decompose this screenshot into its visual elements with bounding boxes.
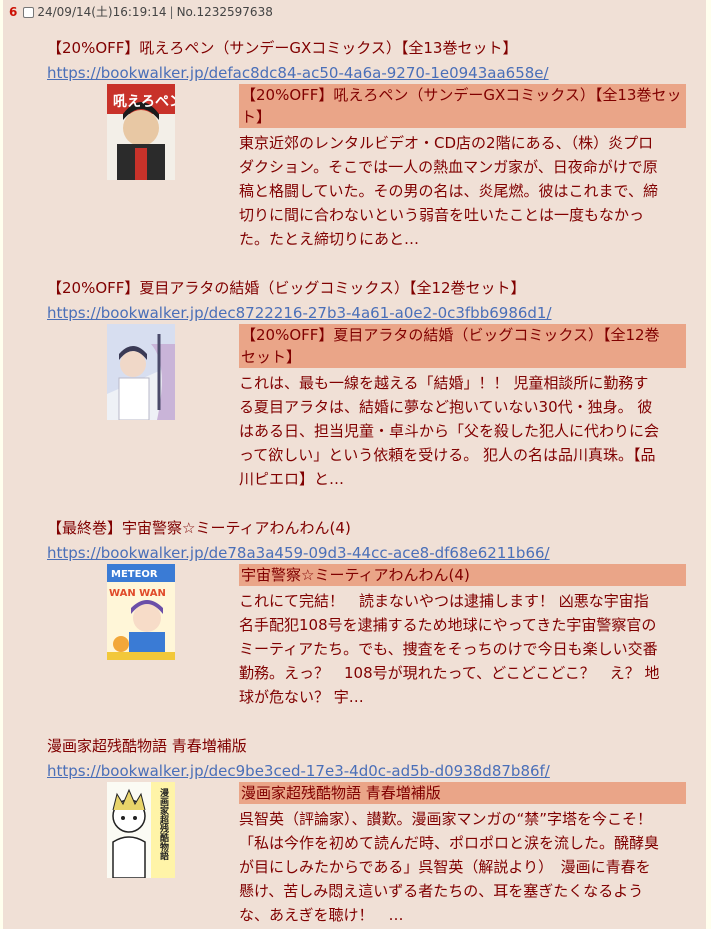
cover-thumbnail[interactable]: METEOR WAN WAN [107, 564, 175, 660]
desc-line: が目にしみたからである」呉智英（解説より） 漫画に青春を [239, 858, 651, 876]
desc-line: 球が危ない？ 宇… [239, 688, 364, 706]
cover3-top-text: METEOR [111, 569, 158, 580]
desc-line: 稿と格闘していた。その男の名は、炎尾燃。彼はこれまで、締 [239, 182, 658, 200]
entry-title: 漫画家超残酷物語 青春増補版 [47, 737, 247, 755]
entry-link[interactable]: https://bookwalker.jp/dec8722216-27b3-4a… [47, 303, 552, 323]
card-title-line: ト】 [241, 108, 272, 126]
entry-title: 【20%OFF】吼えろペン（サンデーGXコミックス）【全13巻セット】 [47, 39, 518, 57]
cover1-text: 吼えろペン [113, 94, 175, 110]
post-number[interactable]: 6 [9, 4, 17, 20]
cover3-mid-text: WAN WAN [109, 588, 166, 599]
card-title[interactable]: 宇宙警察☆ミーティアわんわん(4) [239, 564, 686, 586]
card-title[interactable]: 漫画家超残酷物語 青春増補版 [239, 782, 686, 804]
desc-line: ミーティアたち。でも、捜査をそっちのけで今日も楽しい交番 [239, 640, 658, 658]
desc-line: ダクション。そこでは一人の熱血マンガ家が、日夜命がけで原 [239, 158, 658, 176]
cover-art-mangaka-zankoku: 漫画家超残酷物語 [107, 782, 175, 878]
card-title-line: 【20%OFF】夏目アラタの結婚（ビッグコミックス）【全12巻 [241, 326, 660, 344]
card-title-line: セット】 [241, 348, 302, 366]
desc-line: な、あえぎを聴け！ … [239, 906, 404, 924]
card-description: 呉智英（評論家）、讃歎。漫画家マンガの“禁”字塔を今こそ！ 「私は今作を初めて読… [239, 807, 691, 927]
desc-line: 呉智英（評論家）、讃歎。漫画家マンガの“禁”字塔を今こそ！ [239, 810, 653, 828]
desc-line: る夏目アラタは、結婚に夢など抱いていない30代・独身。 彼 [239, 398, 653, 416]
entry-link[interactable]: https://bookwalker.jp/de78a3a459-09d3-44… [47, 543, 550, 563]
header-separator: | [169, 5, 174, 19]
desc-line: これは、最も一線を越える「結婚」！！ 児童相談所に勤務す [239, 374, 649, 392]
entry-link[interactable]: https://bookwalker.jp/defac8dc84-ac50-4a… [47, 63, 549, 83]
card-title[interactable]: 【20%OFF】吼えろペン（サンデーGXコミックス）【全13巻セッ ト】 [239, 84, 686, 128]
post-select-checkbox[interactable] [23, 6, 35, 18]
post-datetime: 24/09/14(土)16:19:14 [37, 5, 167, 19]
cover-thumbnail[interactable]: 漫画家超残酷物語 [107, 782, 175, 878]
card-description: 東京近郊のレンタルビデオ・CD店の2階にある、（株）炎プロ ダクション。そこでは… [239, 131, 691, 251]
desc-line: た。たとえ締切りにあと… [239, 230, 420, 248]
cover-art-hoero-pen: 吼えろペン [107, 84, 175, 180]
desc-line: 勤務。えっ？ 108号が現れたって、どこどこどこ？ え？ 地 [239, 664, 660, 682]
entry-title: 【20%OFF】夏目アラタの結婚（ビッグコミックス）【全12巻セット】 [47, 279, 526, 297]
cover4-text: 漫画家超残酷物語 [158, 787, 170, 861]
post-header: 6 24/09/14(土)16:19:14 | No.1232597638 [9, 4, 273, 20]
desc-line: 懸け、苦しみ悶え這いずる者たちの、耳を塞ぎたくなるよう [239, 882, 644, 900]
post-container: 6 24/09/14(土)16:19:14 | No.1232597638 【2… [3, 0, 706, 929]
desc-line: 東京近郊のレンタルビデオ・CD店の2階にある、（株）炎プロ [239, 134, 654, 152]
desc-line: って欲しい」という依頼を受ける。 犯人の名は品川真珠。【品 [239, 446, 656, 464]
desc-line: はある日、担当児童・卓斗から「父を殺した犯人に代わりに会 [239, 422, 660, 440]
card-title-line: 【20%OFF】吼えろペン（サンデーGXコミックス）【全13巻セッ [241, 86, 682, 104]
cover-art-meteor-wanwan: METEOR WAN WAN [107, 564, 175, 660]
desc-line: 切りに間に合わないという弱音を吐いたことは一度もなかっ [239, 206, 645, 224]
card-description: これは、最も一線を越える「結婚」！！ 児童相談所に勤務す る夏目アラタは、結婚に… [239, 371, 691, 491]
card-title-line: 宇宙警察☆ミーティアわんわん(4) [241, 566, 470, 584]
cover-thumbnail[interactable]: 吼えろペン [107, 84, 175, 180]
card-title-line: 漫画家超残酷物語 青春増補版 [241, 784, 441, 802]
entry-title: 【最終巻】宇宙警察☆ミーティアわんわん(4) [47, 519, 351, 537]
post-id[interactable]: No.1232597638 [177, 4, 273, 20]
entry-link[interactable]: https://bookwalker.jp/dec9be3ced-17e3-4d… [47, 761, 550, 781]
desc-line: 名手配犯108号を逮捕するため地球にやってきた宇宙警察官の [239, 616, 657, 634]
desc-line: 川ピエロ】と… [239, 470, 345, 488]
card-description: これにて完結！ 読まないやつは逮捕します！ 凶悪な宇宙指 名手配犯108号を逮捕… [239, 589, 691, 709]
card-title[interactable]: 【20%OFF】夏目アラタの結婚（ビッグコミックス）【全12巻 セット】 [239, 324, 686, 368]
cover-thumbnail[interactable] [107, 324, 175, 420]
cover-art-natsume-arata [107, 324, 175, 420]
desc-line: 「私は今作を初めて読んだ時、ポロポロと涙を流した。醗酵臭 [239, 834, 660, 852]
desc-line: これにて完結！ 読まないやつは逮捕します！ 凶悪な宇宙指 [239, 592, 649, 610]
